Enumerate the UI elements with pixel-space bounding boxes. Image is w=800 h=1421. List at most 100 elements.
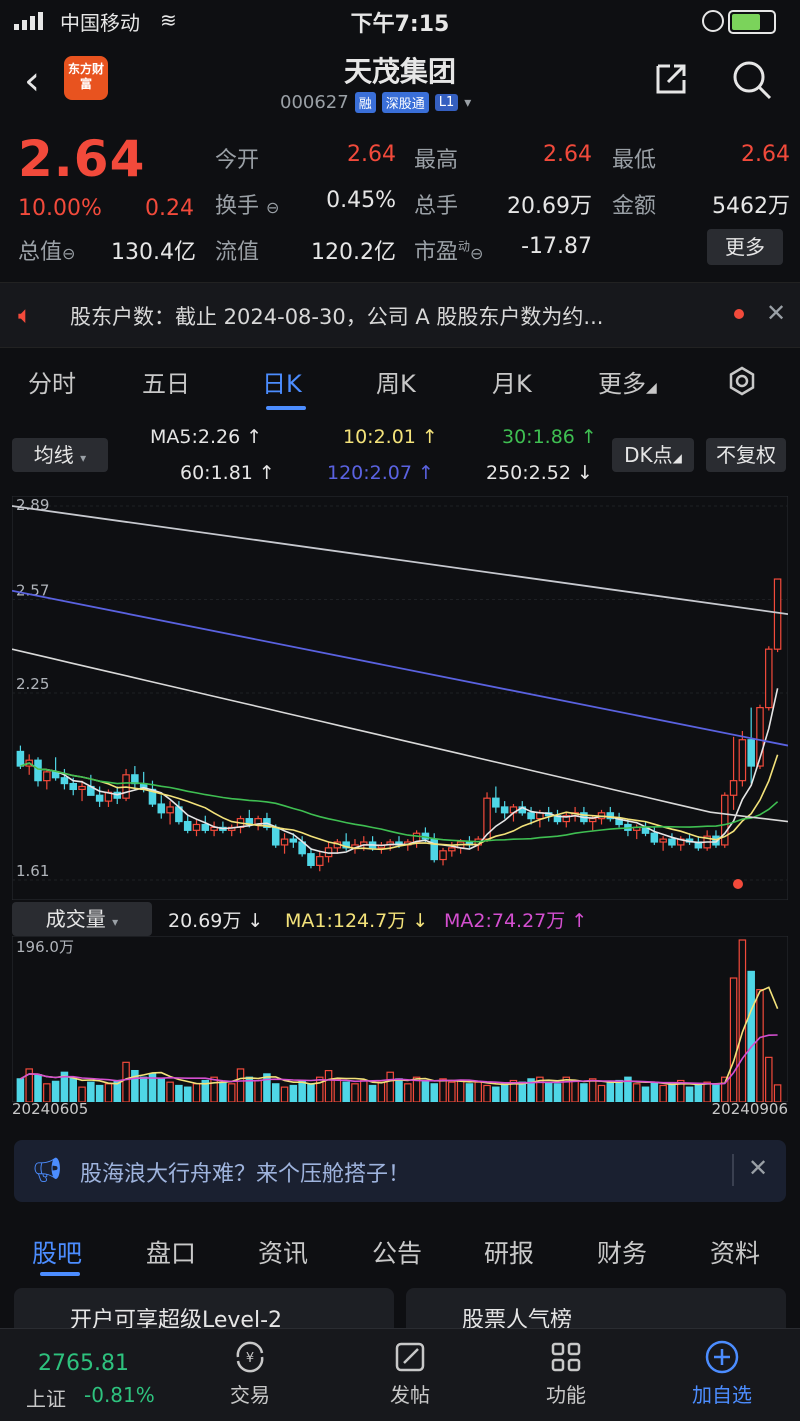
candle-up: [729, 780, 738, 796]
index-name[interactable]: 上证: [26, 1383, 66, 1412]
nav-functions[interactable]: 功能: [516, 1337, 616, 1408]
candle-down: [527, 812, 535, 820]
tab-news[interactable]: 资讯: [258, 1234, 308, 1270]
tab-forum[interactable]: 股吧: [32, 1234, 82, 1270]
tab-research[interactable]: 研报: [484, 1234, 534, 1270]
promo-banner[interactable]: 📢︎ 股海浪大行舟难？来个压舱搭子！ ✕: [14, 1140, 786, 1202]
tab-intraday[interactable]: 分时: [28, 364, 76, 399]
volume-bar-up: [456, 1079, 465, 1102]
volume-bar-up: [571, 1079, 579, 1102]
kline-chart[interactable]: 2.892.572.251.61: [12, 496, 788, 900]
tab-daily-k[interactable]: 日K: [262, 364, 302, 399]
nav-add-watchlist[interactable]: 加自选: [672, 1337, 772, 1408]
adjust-button[interactable]: 不复权: [706, 438, 786, 472]
candle-up: [280, 838, 289, 846]
change-percent: 10.00%: [18, 196, 102, 221]
tag-level: L1: [434, 94, 459, 111]
search-icon[interactable]: [730, 58, 774, 102]
nav-trade-label: 交易: [230, 1383, 270, 1407]
candle-down: [650, 832, 659, 843]
tab-weekly-k[interactable]: 周K: [376, 364, 416, 399]
battery-icon: [728, 10, 776, 34]
content-tabs: 股吧 盘口 资讯 公告 研报 财务 资料: [0, 1222, 800, 1282]
active-tab-indicator: [40, 1272, 80, 1276]
ma120-value: 120:2.07 ↑: [327, 462, 434, 484]
tag-margin: 融: [354, 92, 376, 113]
candle-up: [192, 823, 201, 831]
market-cap-value: 130.4亿: [111, 240, 196, 265]
candle-up: [765, 648, 773, 709]
promo-text[interactable]: 股海浪大行舟难？来个压舱搭子！: [80, 1156, 410, 1188]
volume-selector[interactable]: 成交量 ▾: [12, 902, 152, 936]
nav-trade[interactable]: ¥ 交易: [200, 1337, 300, 1408]
tab-more[interactable]: 更多◢: [598, 364, 657, 399]
candle-down: [60, 777, 69, 785]
volume-chart[interactable]: 196.0万: [12, 936, 788, 1102]
close-icon[interactable]: ✕: [748, 1154, 768, 1182]
grid-icon: [551, 1342, 581, 1372]
volume-bar-up: [315, 1076, 324, 1102]
index-value[interactable]: 2765.81: [38, 1351, 129, 1376]
tab-orderbook[interactable]: 盘口: [146, 1234, 196, 1270]
volume-value: 20.69万 ↓: [168, 910, 264, 932]
ma120-line: [12, 589, 788, 747]
more-button[interactable]: 更多: [707, 229, 783, 265]
card-popularity-text: 股票人气榜: [462, 1308, 573, 1328]
candle-down: [492, 797, 500, 808]
divider: [732, 1154, 734, 1186]
card-level2[interactable]: 开户可享超级Level-2: [14, 1288, 394, 1328]
tab-financials[interactable]: 财务: [597, 1234, 647, 1270]
volume-legend: 成交量 ▾ 20.69万 ↓ MA1:124.7万 ↓ MA2:74.27万 ↑: [0, 900, 800, 936]
ma30-value: 30:1.86 ↑: [502, 426, 597, 448]
volume-bar-down: [34, 1074, 42, 1102]
dk-point-button[interactable]: DK点◢: [612, 438, 694, 472]
candle-up: [43, 771, 51, 782]
last-price: 2.64: [18, 130, 146, 188]
candle-up: [738, 739, 747, 782]
bottom-nav: 2765.81 上证 -0.81% ¥ 交易 发帖 功能 加自选: [0, 1328, 800, 1421]
candle-down: [289, 838, 298, 843]
ma-selector[interactable]: 均线 ▾: [12, 438, 108, 472]
pe-label: 市盈动⊖: [414, 239, 484, 265]
volume-bar-up: [324, 1069, 333, 1102]
app-header: ‹ 东方财富 天茂集团 000627 融 深股通 L1 ▾: [0, 40, 800, 120]
news-text[interactable]: 股东户数：截止 2024-08-30，公司 A 股股东户数为约...: [70, 301, 720, 331]
tab-announcements[interactable]: 公告: [372, 1234, 422, 1270]
volume-bar-up: [439, 1078, 447, 1102]
active-tab-indicator: [266, 406, 306, 410]
gear-icon[interactable]: [727, 366, 757, 396]
volume-bar-up: [765, 1056, 773, 1102]
candle-up: [439, 850, 447, 861]
amount-label: 金额: [612, 194, 657, 219]
edit-icon: [395, 1342, 425, 1372]
news-ticker[interactable]: 🔈︎ 股东户数：截止 2024-08-30，公司 A 股股东户数为约... ✕: [0, 282, 800, 348]
tab-profile[interactable]: 资料: [710, 1234, 760, 1270]
candle-down: [668, 838, 676, 846]
chevron-down-icon[interactable]: ▾: [464, 95, 471, 111]
y-tick-label: 2.25: [16, 675, 49, 693]
share-icon[interactable]: [650, 58, 690, 98]
market-cap-label: 总值⊖: [18, 240, 76, 265]
ma-legend: 均线 ▾ MA5:2.26 ↑ 10:2.01 ↑ 30:1.86 ↑ 60:1…: [0, 424, 800, 492]
svg-text:¥: ¥: [246, 1351, 254, 1366]
date-axis: 20240605 20240906: [12, 1100, 788, 1122]
close-icon[interactable]: ✕: [766, 299, 786, 327]
unread-dot: [734, 309, 744, 319]
status-bar: 中国移动 ≋ 下午7:15: [0, 0, 800, 40]
nav-post[interactable]: 发帖: [360, 1337, 460, 1408]
signal-dot: [733, 879, 743, 889]
card-level2-text: 开户可享超级Level-2: [70, 1308, 283, 1328]
vol-ma1-line: [20, 986, 779, 1086]
ma250-line: [12, 505, 788, 615]
ma5-value: MA5:2.26 ↑: [150, 426, 263, 448]
tab-five-day[interactable]: 五日: [142, 364, 190, 399]
candle-down: [307, 853, 315, 866]
tab-monthly-k[interactable]: 月K: [492, 364, 532, 399]
card-popularity[interactable]: 股票人气榜: [406, 1288, 786, 1328]
volume-bar-up: [210, 1076, 218, 1102]
volume-bar-down: [615, 1079, 623, 1102]
turnover-label: 换手 ⊖: [215, 194, 280, 219]
candle-up: [588, 818, 597, 823]
index-change[interactable]: -0.81%: [84, 1383, 155, 1407]
high-value: 2.64: [543, 142, 592, 167]
